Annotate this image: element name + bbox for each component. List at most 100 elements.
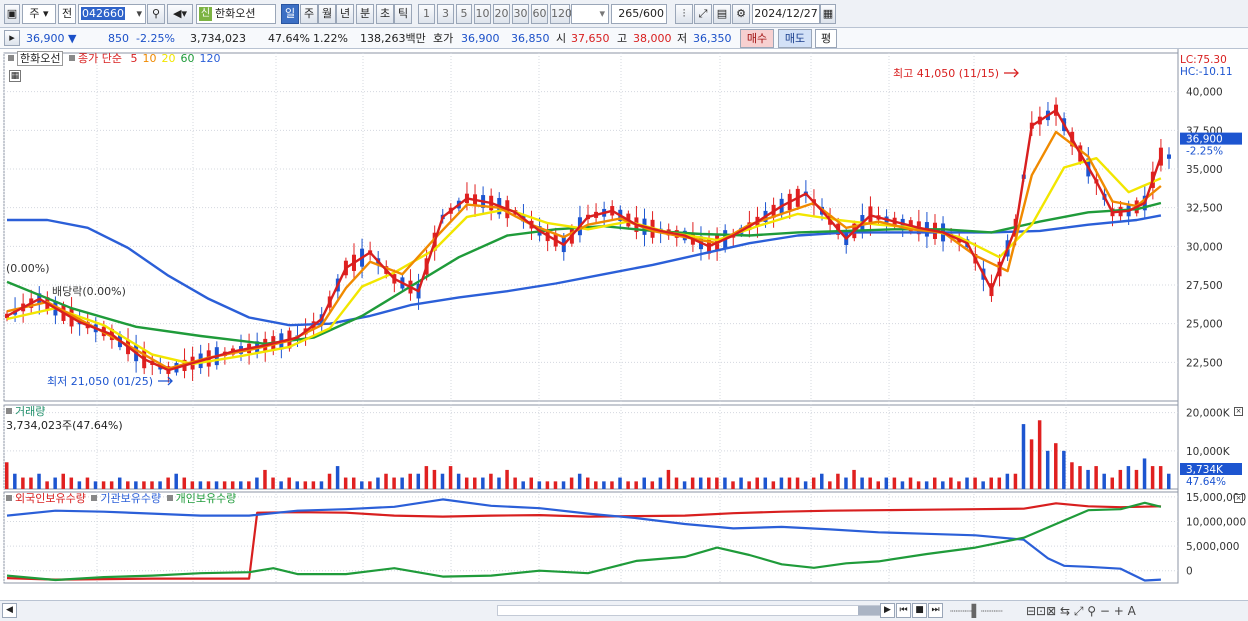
lc-label: LC:75.30 (1180, 54, 1227, 66)
volume-bar-85 (690, 477, 695, 489)
first-icon[interactable]: ⏮ (896, 603, 911, 618)
volume-bar-99 (803, 481, 808, 489)
volume-bar-11 (93, 481, 98, 489)
stock-name-field[interactable]: 신 한화오션 (196, 4, 276, 24)
volume-bar-110 (892, 477, 897, 489)
volume-bar-97 (787, 477, 792, 489)
volume-bar-51 (416, 473, 421, 489)
volume-bar-37 (303, 481, 308, 489)
volume-bar-115 (932, 477, 937, 489)
chart-area: 22,500 25,000 27,500 30,000 32,500 35,000 37,5… (0, 49, 1248, 599)
volume-bar-6 (53, 477, 57, 489)
type-dropdown[interactable]: 주 ▾ (22, 4, 56, 24)
stop-icon[interactable]: ■ (912, 603, 927, 618)
volume-current: 3,734,023주(47.64%) (6, 419, 123, 432)
buy-button[interactable]: 매수 (740, 29, 774, 48)
volume-bar-139 (1126, 466, 1131, 489)
volume-bar-63 (513, 477, 517, 489)
volume-bar-43 (351, 477, 356, 489)
event-marker-label: (0.00%) (6, 262, 50, 275)
volume-bar-39 (319, 481, 324, 489)
holdings-tick-2: 10,000,000 (1186, 517, 1246, 529)
date-input[interactable]: 2024/12/27 (752, 4, 820, 24)
current-price-tag-text: 36,900 (1186, 134, 1223, 146)
period-tab-2[interactable]: 월 (318, 4, 336, 24)
price-tick-1: 25,000 (1186, 319, 1223, 331)
interval-button-3[interactable]: 10 (474, 4, 491, 24)
high-annotation: 최고 41,050 (11/15) (893, 67, 999, 80)
eval-button[interactable]: 평 (815, 29, 837, 48)
count-input[interactable]: 265/600 (611, 4, 667, 24)
period-tab-0[interactable]: 일 (281, 4, 299, 24)
interval-button-5[interactable]: 30 (512, 4, 529, 24)
volume-bar-66 (537, 481, 542, 489)
volume-bar-35 (287, 477, 291, 489)
compare-icon[interactable]: ⤢ (694, 4, 712, 24)
volume-bar-120 (973, 477, 977, 489)
chart-scrollbar[interactable] (497, 605, 882, 616)
volume-bar-90 (731, 481, 735, 489)
volume-bar-134 (1086, 469, 1090, 489)
volume-bar-140 (1134, 469, 1139, 489)
ma-legend-1: 10 (142, 52, 157, 65)
volume-bar-88 (715, 477, 719, 489)
volume-bar-114 (924, 481, 929, 489)
window-menu-icon[interactable]: ▣ (4, 4, 20, 24)
volume-bar-12 (101, 481, 106, 489)
volume-legend: 거래량 (4, 405, 45, 419)
interval-button-6[interactable]: 60 (531, 4, 548, 24)
interval-button-1[interactable]: 3 (437, 4, 454, 24)
low-label: 저 (677, 32, 688, 45)
volume-bar-13 (109, 481, 114, 489)
volume-title: 거래량 (15, 405, 46, 418)
period-tab-3[interactable]: 년 (336, 4, 354, 24)
interval-button-0[interactable]: 1 (418, 4, 435, 24)
calendar-icon[interactable]: ▦ (820, 4, 836, 24)
volume-bar-7 (61, 473, 65, 489)
play-icon[interactable]: ▶ (880, 603, 895, 618)
bars-icon[interactable]: ⫶ (675, 4, 693, 24)
volume-bar-142 (1150, 466, 1155, 489)
volume-bar-113 (916, 481, 921, 489)
ma-line-5 (6, 109, 1163, 372)
period-tab-6[interactable]: 틱 (394, 4, 412, 24)
interval-button-2[interactable]: 5 (456, 4, 472, 24)
interval-button-4[interactable]: 20 (493, 4, 510, 24)
period-tab-5[interactable]: 초 (376, 4, 394, 24)
volume-bar-53 (432, 469, 437, 489)
interval-button-7[interactable]: 120 (550, 4, 572, 24)
interval-dropdown[interactable]: ▾ (571, 4, 609, 24)
holdings-tick-0: 0 (1186, 566, 1193, 578)
holdings-close-icon[interactable]: × (1234, 494, 1243, 503)
volume-close-icon[interactable]: × (1234, 407, 1243, 416)
volume-bar-15 (126, 481, 130, 489)
prev-button[interactable]: 전 (58, 4, 76, 24)
calculator-icon[interactable]: ▦ (9, 70, 21, 82)
stock-code-input[interactable]: 042660 ▾ (78, 4, 146, 24)
ma-legend-3: 60 (180, 52, 195, 65)
volume-bar-82 (666, 469, 671, 489)
volume-bar-32 (263, 469, 267, 489)
volume-bar-136 (1102, 473, 1106, 489)
zoom-slider-icon[interactable]: ┈┈┈▌┈┈┈ (950, 604, 1003, 618)
volume-bar-141 (1142, 458, 1147, 489)
volume-bar-108 (876, 481, 880, 489)
scroll-left-icon[interactable]: ◀ (2, 603, 17, 618)
save-icon[interactable]: ▤ (713, 4, 731, 24)
period-tab-1[interactable]: 주 (300, 4, 318, 24)
price-tick-3: 30,000 (1186, 241, 1223, 253)
sell-button[interactable]: 매도 (778, 29, 812, 48)
search-icon[interactable]: ⚲ (147, 4, 165, 24)
last-icon[interactable]: ⏭ (928, 603, 943, 618)
price-change: 850 (108, 32, 129, 45)
chart-tools-icon[interactable]: ⊟⊡⊠ ⇆ ⤢ ⚲ − + A (1026, 604, 1136, 619)
info-toggle-icon[interactable]: ▸ (4, 30, 20, 46)
speaker-icon[interactable]: ◀▾ (167, 4, 193, 24)
scrollbar-thumb[interactable] (858, 606, 880, 615)
volume-bar-47 (384, 473, 388, 489)
volume-bar-67 (545, 481, 550, 489)
settings-icon[interactable]: ⚙ (732, 4, 750, 24)
volume-bar-41 (335, 466, 340, 489)
period-tab-4[interactable]: 분 (356, 4, 374, 24)
low-arrow-icon (158, 376, 173, 386)
